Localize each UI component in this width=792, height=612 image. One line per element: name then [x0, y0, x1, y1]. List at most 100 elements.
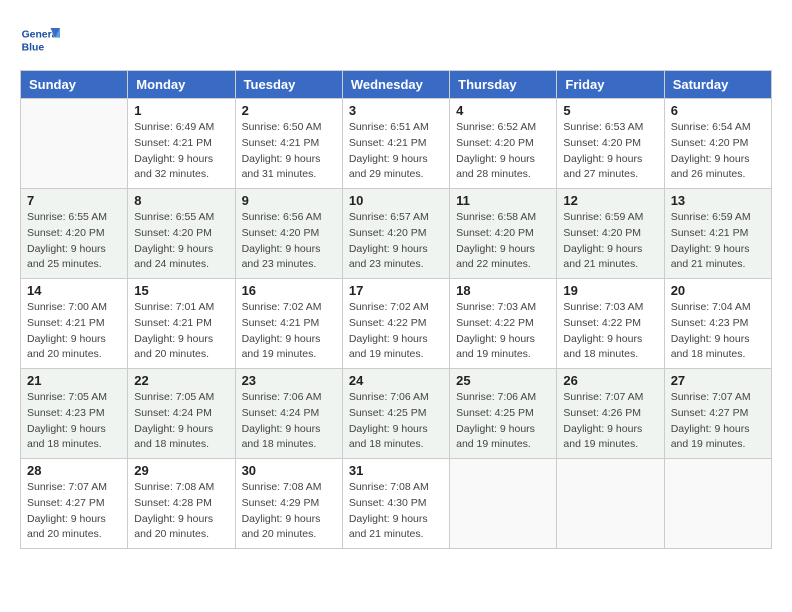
day-number: 20: [671, 283, 765, 298]
calendar-day-cell: 20 Sunrise: 7:04 AMSunset: 4:23 PMDayligh…: [664, 279, 771, 369]
day-number: 24: [349, 373, 443, 388]
calendar-day-cell: 8 Sunrise: 6:55 AMSunset: 4:20 PMDaylight…: [128, 189, 235, 279]
day-info: Sunrise: 7:07 AMSunset: 4:27 PMDaylight:…: [671, 390, 765, 453]
day-info: Sunrise: 6:55 AMSunset: 4:20 PMDaylight:…: [27, 210, 121, 273]
calendar-day-cell: 1 Sunrise: 6:49 AMSunset: 4:21 PMDaylight…: [128, 99, 235, 189]
calendar-day-cell: 9 Sunrise: 6:56 AMSunset: 4:20 PMDaylight…: [235, 189, 342, 279]
day-info: Sunrise: 7:02 AMSunset: 4:22 PMDaylight:…: [349, 300, 443, 363]
day-info: Sunrise: 7:03 AMSunset: 4:22 PMDaylight:…: [456, 300, 550, 363]
day-number: 10: [349, 193, 443, 208]
day-info: Sunrise: 6:58 AMSunset: 4:20 PMDaylight:…: [456, 210, 550, 273]
calendar-day-cell: 25 Sunrise: 7:06 AMSunset: 4:25 PMDayligh…: [450, 369, 557, 459]
day-info: Sunrise: 7:08 AMSunset: 4:29 PMDaylight:…: [242, 480, 336, 543]
day-info: Sunrise: 6:55 AMSunset: 4:20 PMDaylight:…: [134, 210, 228, 273]
calendar-day-cell: 6Sunrise: 6:54 AMSunset: 4:20 PMDaylight…: [664, 99, 771, 189]
day-info: Sunrise: 7:07 AMSunset: 4:27 PMDaylight:…: [27, 480, 121, 543]
day-info: Sunrise: 6:53 AMSunset: 4:20 PMDaylight:…: [563, 120, 657, 183]
calendar-day-cell: 31 Sunrise: 7:08 AMSunset: 4:30 PMDayligh…: [342, 459, 449, 549]
day-number: 26: [563, 373, 657, 388]
col-header-sunday: Sunday: [21, 71, 128, 99]
calendar-day-cell: 17 Sunrise: 7:02 AMSunset: 4:22 PMDayligh…: [342, 279, 449, 369]
calendar-day-cell: 22 Sunrise: 7:05 AMSunset: 4:24 PMDayligh…: [128, 369, 235, 459]
svg-text:Blue: Blue: [22, 42, 45, 53]
day-info: Sunrise: 7:08 AMSunset: 4:28 PMDaylight:…: [134, 480, 228, 543]
day-info: Sunrise: 7:03 AMSunset: 4:22 PMDaylight:…: [563, 300, 657, 363]
calendar-week-row: 7 Sunrise: 6:55 AMSunset: 4:20 PMDaylight…: [21, 189, 772, 279]
day-number: 15: [134, 283, 228, 298]
calendar-day-cell: [450, 459, 557, 549]
calendar-day-cell: 3 Sunrise: 6:51 AMSunset: 4:21 PMDaylight…: [342, 99, 449, 189]
calendar-day-cell: 11 Sunrise: 6:58 AMSunset: 4:20 PMDayligh…: [450, 189, 557, 279]
day-number: 17: [349, 283, 443, 298]
day-number: 31: [349, 463, 443, 478]
day-number: 12: [563, 193, 657, 208]
calendar-week-row: 28 Sunrise: 7:07 AMSunset: 4:27 PMDayligh…: [21, 459, 772, 549]
calendar-day-cell: 29 Sunrise: 7:08 AMSunset: 4:28 PMDayligh…: [128, 459, 235, 549]
col-header-friday: Friday: [557, 71, 664, 99]
day-number: 5: [563, 103, 657, 118]
calendar-day-cell: [21, 99, 128, 189]
day-number: 3: [349, 103, 443, 118]
day-info: Sunrise: 6:49 AMSunset: 4:21 PMDaylight:…: [134, 120, 228, 183]
calendar-day-cell: 10 Sunrise: 6:57 AMSunset: 4:20 PMDayligh…: [342, 189, 449, 279]
day-number: 11: [456, 193, 550, 208]
calendar-table: SundayMondayTuesdayWednesdayThursdayFrid…: [20, 70, 772, 549]
day-info: Sunrise: 6:54 AMSunset: 4:20 PMDaylight:…: [671, 120, 765, 183]
day-info: Sunrise: 6:59 AMSunset: 4:21 PMDaylight:…: [671, 210, 765, 273]
day-number: 1: [134, 103, 228, 118]
col-header-thursday: Thursday: [450, 71, 557, 99]
day-number: 29: [134, 463, 228, 478]
calendar-header-row: SundayMondayTuesdayWednesdayThursdayFrid…: [21, 71, 772, 99]
calendar-day-cell: 7 Sunrise: 6:55 AMSunset: 4:20 PMDaylight…: [21, 189, 128, 279]
day-info: Sunrise: 7:02 AMSunset: 4:21 PMDaylight:…: [242, 300, 336, 363]
day-number: 8: [134, 193, 228, 208]
calendar-day-cell: 26 Sunrise: 7:07 AMSunset: 4:26 PMDayligh…: [557, 369, 664, 459]
calendar-day-cell: 24 Sunrise: 7:06 AMSunset: 4:25 PMDayligh…: [342, 369, 449, 459]
day-info: Sunrise: 6:57 AMSunset: 4:20 PMDaylight:…: [349, 210, 443, 273]
day-number: 9: [242, 193, 336, 208]
calendar-week-row: 21Sunrise: 7:05 AMSunset: 4:23 PMDayligh…: [21, 369, 772, 459]
calendar-day-cell: 13 Sunrise: 6:59 AMSunset: 4:21 PMDayligh…: [664, 189, 771, 279]
day-info: Sunrise: 6:51 AMSunset: 4:21 PMDaylight:…: [349, 120, 443, 183]
day-info: Sunrise: 7:06 AMSunset: 4:25 PMDaylight:…: [349, 390, 443, 453]
logo: General Blue: [20, 20, 64, 60]
day-info: Sunrise: 7:07 AMSunset: 4:26 PMDaylight:…: [563, 390, 657, 453]
col-header-saturday: Saturday: [664, 71, 771, 99]
day-info: Sunrise: 6:50 AMSunset: 4:21 PMDaylight:…: [242, 120, 336, 183]
calendar-day-cell: 12 Sunrise: 6:59 AMSunset: 4:20 PMDayligh…: [557, 189, 664, 279]
calendar-day-cell: 15 Sunrise: 7:01 AMSunset: 4:21 PMDayligh…: [128, 279, 235, 369]
calendar-day-cell: [557, 459, 664, 549]
day-number: 7: [27, 193, 121, 208]
day-info: Sunrise: 7:05 AMSunset: 4:23 PMDaylight:…: [27, 390, 121, 453]
day-info: Sunrise: 7:04 AMSunset: 4:23 PMDaylight:…: [671, 300, 765, 363]
col-header-wednesday: Wednesday: [342, 71, 449, 99]
day-info: Sunrise: 7:05 AMSunset: 4:24 PMDaylight:…: [134, 390, 228, 453]
calendar-day-cell: 16 Sunrise: 7:02 AMSunset: 4:21 PMDayligh…: [235, 279, 342, 369]
day-number: 27: [671, 373, 765, 388]
day-number: 28: [27, 463, 121, 478]
calendar-day-cell: 23 Sunrise: 7:06 AMSunset: 4:24 PMDayligh…: [235, 369, 342, 459]
col-header-tuesday: Tuesday: [235, 71, 342, 99]
day-number: 18: [456, 283, 550, 298]
day-info: Sunrise: 7:01 AMSunset: 4:21 PMDaylight:…: [134, 300, 228, 363]
day-info: Sunrise: 7:08 AMSunset: 4:30 PMDaylight:…: [349, 480, 443, 543]
calendar-day-cell: 19 Sunrise: 7:03 AMSunset: 4:22 PMDayligh…: [557, 279, 664, 369]
day-info: Sunrise: 7:06 AMSunset: 4:25 PMDaylight:…: [456, 390, 550, 453]
day-info: Sunrise: 6:59 AMSunset: 4:20 PMDaylight:…: [563, 210, 657, 273]
calendar-day-cell: [664, 459, 771, 549]
day-number: 25: [456, 373, 550, 388]
day-info: Sunrise: 7:06 AMSunset: 4:24 PMDaylight:…: [242, 390, 336, 453]
day-number: 22: [134, 373, 228, 388]
col-header-monday: Monday: [128, 71, 235, 99]
logo-icon: General Blue: [20, 20, 60, 60]
day-number: 16: [242, 283, 336, 298]
calendar-day-cell: 4Sunrise: 6:52 AMSunset: 4:20 PMDaylight…: [450, 99, 557, 189]
day-number: 19: [563, 283, 657, 298]
day-number: 13: [671, 193, 765, 208]
calendar-day-cell: 18 Sunrise: 7:03 AMSunset: 4:22 PMDayligh…: [450, 279, 557, 369]
calendar-day-cell: 2Sunrise: 6:50 AMSunset: 4:21 PMDaylight…: [235, 99, 342, 189]
calendar-week-row: 14Sunrise: 7:00 AMSunset: 4:21 PMDayligh…: [21, 279, 772, 369]
day-info: Sunrise: 6:56 AMSunset: 4:20 PMDaylight:…: [242, 210, 336, 273]
calendar-day-cell: 21Sunrise: 7:05 AMSunset: 4:23 PMDayligh…: [21, 369, 128, 459]
day-number: 23: [242, 373, 336, 388]
